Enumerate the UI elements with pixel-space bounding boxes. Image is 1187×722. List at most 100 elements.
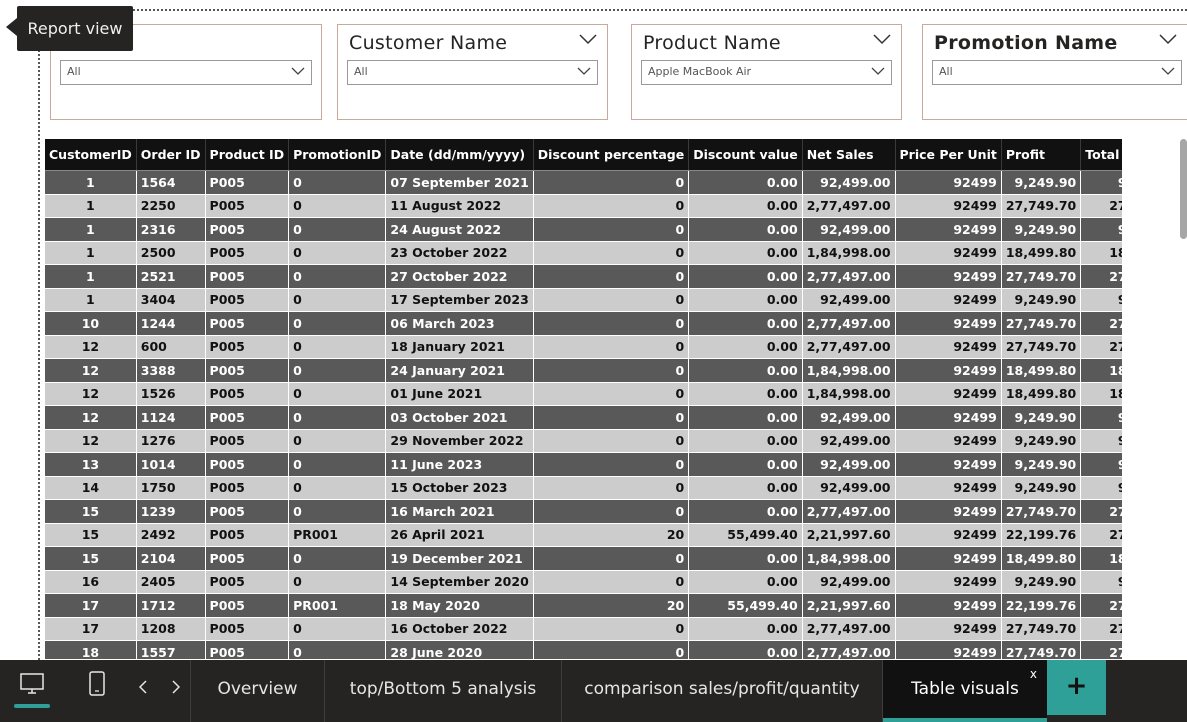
report-view-button[interactable]	[14, 660, 50, 722]
add-page-button[interactable]: +	[1047, 660, 1106, 715]
slicer-dropdown[interactable]: Apple MacBook Air	[641, 60, 892, 85]
table-cell: 0	[533, 546, 690, 571]
chevron-down-icon[interactable]	[1159, 33, 1177, 45]
column-header[interactable]: Product ID	[205, 139, 290, 171]
table-row[interactable]: 13 1014 P005 0 11 June 2023 0 0.00 92,499.00 924…	[45, 452, 1122, 477]
table-cell: PR001	[288, 523, 387, 547]
slicer-dropdown[interactable]: All	[347, 60, 598, 85]
phone-icon[interactable]	[89, 671, 105, 696]
table-cell: 0	[533, 570, 690, 594]
chevron-down-icon[interactable]	[579, 33, 597, 45]
slicer-dropdown[interactable]: All	[932, 60, 1182, 85]
table-cell: 24 January 2021	[385, 358, 534, 383]
table-cell: 1	[45, 241, 137, 265]
page-navigation-bar: Overview top/Bottom 5 analysis compariso…	[0, 660, 1187, 722]
table-cell: P005	[205, 593, 290, 618]
table-row[interactable]: 12 3388 P005 0 24 January 2021 0 0.00 1,84,998.…	[45, 358, 1122, 383]
table-cell: 2104	[136, 546, 206, 571]
column-header[interactable]: Discount value	[688, 139, 803, 171]
table-row[interactable]: 1 2316 P005 0 24 August 2022 0 0.00 92,499.00 92…	[45, 217, 1122, 242]
column-header[interactable]: Order ID	[136, 139, 206, 171]
column-header[interactable]: Discount percentage	[533, 139, 690, 171]
column-header[interactable]: PromotionID	[288, 139, 387, 171]
table-cell: 92499	[1080, 288, 1122, 312]
table-cell: 15	[45, 523, 137, 547]
table-cell: P005	[205, 476, 290, 500]
report-canvas: Report view All Customer Name All Produc…	[0, 0, 1187, 660]
table-cell: P005	[205, 640, 290, 659]
table-row[interactable]: 12 1526 P005 0 01 June 2021 0 0.00 1,84,998.00 9…	[45, 382, 1122, 406]
table-cell: 27 October 2022	[385, 264, 534, 289]
table-row[interactable]: 16 2405 P005 0 14 September 2020 0 0.00 92,499.…	[45, 570, 1122, 594]
table-cell: 0	[533, 335, 690, 359]
table-row[interactable]: 12 1124 P005 0 03 October 2021 0 0.00 92,499.00…	[45, 405, 1122, 430]
chevron-down-icon	[871, 67, 885, 75]
table-cell: 1014	[136, 452, 206, 477]
table-cell: 14 September 2020	[385, 570, 534, 594]
table-row[interactable]: 1 1564 P005 0 07 September 2021 0 0.00 92,499.0…	[45, 170, 1122, 195]
table-visual[interactable]: CustomerID Order ID Product ID PromotionID D…	[45, 139, 1122, 659]
table-cell: 1,84,998.00	[802, 382, 896, 406]
table-cell: 12	[45, 429, 137, 453]
table-row[interactable]: 17 1712 P005 PR001 18 May 2020 20 55,499.40 2,2…	[45, 593, 1122, 618]
table-cell: 92499	[1080, 217, 1122, 242]
table-cell: 12	[45, 382, 137, 406]
table-cell: 2521	[136, 264, 206, 289]
table-cell: 06 March 2023	[385, 311, 534, 336]
table-row[interactable]: 12 600 P005 0 18 January 2021 0 0.00 2,77,497.0…	[45, 335, 1122, 359]
table-cell: 9,249.90	[1001, 452, 1082, 477]
table-row[interactable]: 10 1244 P005 0 06 March 2023 0 0.00 2,77,497.00…	[45, 311, 1122, 336]
slicer-value: All	[939, 65, 953, 78]
tab-table-visuals[interactable]: Table visuals x	[883, 660, 1047, 722]
tab-top-bottom-5-analysis[interactable]: top/Bottom 5 analysis	[325, 660, 561, 722]
table-cell: 0	[533, 476, 690, 500]
table-cell: 92499	[895, 288, 1002, 312]
table-cell: 0	[288, 476, 387, 500]
slicer-dropdown[interactable]: All	[60, 60, 312, 85]
column-header[interactable]: Date (dd/mm/yyyy)	[385, 139, 534, 171]
column-header[interactable]: Profit	[1001, 139, 1082, 171]
table-cell: P005	[205, 264, 290, 289]
table-row[interactable]: 1 2500 P005 0 23 October 2022 0 0.00 1,84,998.0…	[45, 241, 1122, 265]
table-cell: 0	[533, 288, 690, 312]
table-row[interactable]: 15 2104 P005 0 19 December 2021 0 0.00 1,84,998…	[45, 546, 1122, 571]
table-cell: 0.00	[688, 405, 803, 430]
table-row[interactable]: 1 2521 P005 0 27 October 2022 0 0.00 2,77,497.0…	[45, 264, 1122, 289]
slicer-title: Customer Name	[349, 32, 508, 54]
tab-comparison[interactable]: comparison sales/profit/quantity	[562, 660, 882, 722]
tab-label: comparison sales/profit/quantity	[584, 679, 860, 699]
table-cell: 27,749.70	[1001, 617, 1082, 641]
canvas-border-top	[40, 9, 1187, 11]
chevron-down-icon[interactable]	[873, 33, 891, 45]
chevron-right-icon[interactable]	[171, 680, 180, 694]
column-header[interactable]: Price Per Unit	[895, 139, 1002, 171]
table-row[interactable]: 17 1208 P005 0 16 October 2022 0 0.00 2,77,497.…	[45, 617, 1122, 641]
table-row[interactable]: 1 2250 P005 0 11 August 2022 0 0.00 2,77,497.00…	[45, 194, 1122, 218]
column-header[interactable]: Net Sales	[802, 139, 896, 171]
table-cell: 27,749.70	[1001, 335, 1082, 359]
table-row[interactable]: 12 1276 P005 0 29 November 2022 0 0.00 92,499.0…	[45, 429, 1122, 453]
column-header[interactable]: Total Sales	[1080, 139, 1122, 171]
table-row[interactable]: 18 1557 P005 0 28 June 2020 0 0.00 2,77,497.00 9…	[45, 640, 1122, 659]
table-row[interactable]: 15 2492 P005 PR001 26 April 2021 20 55,499.40 2…	[45, 523, 1122, 547]
table-cell: 1	[45, 288, 137, 312]
table-cell: 1	[45, 170, 137, 195]
table-row[interactable]: 1 3404 P005 0 17 September 2023 0 0.00 92,499.0…	[45, 288, 1122, 312]
table-cell: 9,249.90	[1001, 288, 1082, 312]
table-cell: 16 October 2022	[385, 617, 534, 641]
column-header[interactable]: CustomerID	[45, 139, 137, 171]
table-row[interactable]: 15 1239 P005 0 16 March 2021 0 0.00 2,77,497.00…	[45, 499, 1122, 524]
table-cell: 22,199.76	[1001, 593, 1082, 618]
table-cell: 0	[533, 194, 690, 218]
table-cell: 92499	[895, 617, 1002, 641]
close-icon[interactable]: x	[1030, 666, 1037, 682]
table-row[interactable]: 14 1750 P005 0 15 October 2023 0 0.00 92,499.00…	[45, 476, 1122, 500]
table-scrollbar[interactable]	[1180, 139, 1187, 239]
table-cell: P005	[205, 358, 290, 383]
table-cell: P005	[205, 617, 290, 641]
table-cell: 2,77,497.00	[802, 335, 896, 359]
table-cell: 1	[45, 217, 137, 242]
table-cell: P005	[205, 523, 290, 547]
chevron-left-icon[interactable]	[139, 680, 148, 694]
tab-overview[interactable]: Overview	[191, 660, 324, 722]
